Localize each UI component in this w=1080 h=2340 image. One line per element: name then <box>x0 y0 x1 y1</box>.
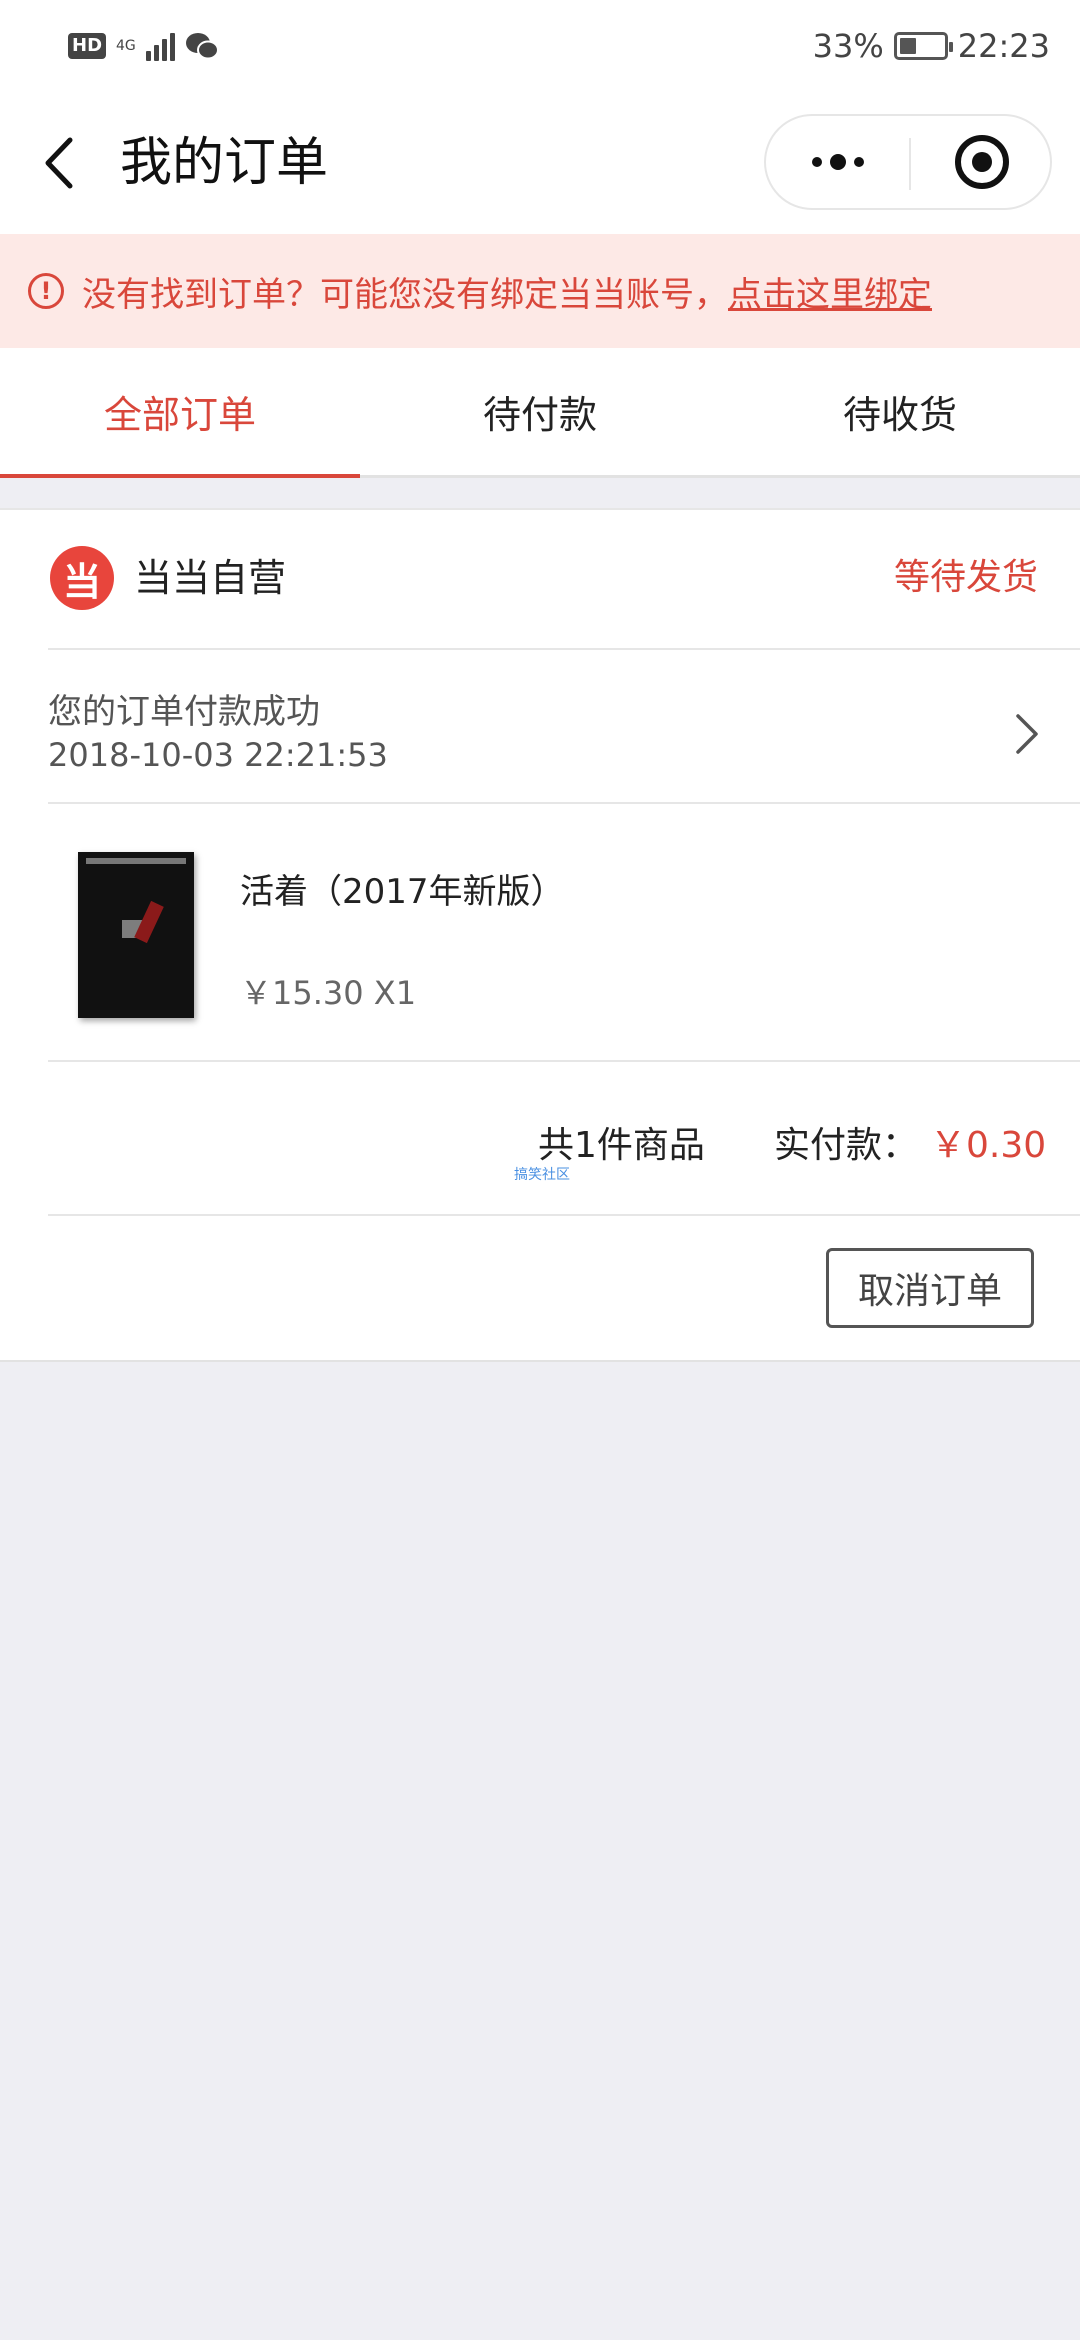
mini-program-capsule <box>764 114 1052 210</box>
order-tabs: 全部订单 待付款 待收货 <box>0 348 1080 478</box>
status-icons-left: HD 4G <box>68 26 219 66</box>
cancel-order-button[interactable]: 取消订单 <box>826 1248 1034 1328</box>
payment-time: 2018-10-03 22:21:53 <box>48 736 388 774</box>
order-status: 等待发货 <box>893 557 1038 598</box>
network-type: 4G <box>116 38 136 54</box>
more-button[interactable] <box>766 116 909 208</box>
paid-label: 实付款： <box>774 1125 919 1166</box>
book-cover-image[interactable] <box>78 852 194 1018</box>
notice-text: 没有找到订单？可能您没有绑定当当账号， <box>82 274 728 315</box>
signal-icon <box>145 31 175 61</box>
back-arrow-icon <box>45 137 73 189</box>
chevron-right-icon <box>1016 714 1038 754</box>
item-count: 共1件商品 <box>538 1125 705 1166</box>
wechat-icon <box>185 33 219 60</box>
dangdang-logo-icon: 当 <box>50 546 114 610</box>
shop-name: 当当自营 <box>134 556 287 600</box>
divider <box>48 802 1080 804</box>
page-title: 我的订单 <box>120 133 329 193</box>
divider <box>48 1060 1080 1062</box>
alert-icon: ! <box>28 273 64 309</box>
title-bar: 我的订单 <box>0 92 1080 234</box>
close-button[interactable] <box>911 116 1052 208</box>
back-button[interactable] <box>38 130 88 196</box>
payment-message: 您的订单付款成功 <box>48 692 320 732</box>
more-dot-icon <box>829 154 846 170</box>
more-dot-icon <box>811 157 822 167</box>
target-icon <box>954 135 1009 189</box>
tab-pending-payment[interactable]: 待付款 <box>360 348 720 475</box>
bind-account-notice: ! 没有找到订单？可能您没有绑定当当账号， 点击这里绑定 <box>0 234 1080 348</box>
divider <box>48 1214 1080 1216</box>
more-dot-icon <box>853 157 864 167</box>
bind-account-link[interactable]: 点击这里绑定 <box>728 267 932 316</box>
tab-pending-receipt[interactable]: 待收货 <box>720 348 1080 475</box>
paid-amount: ￥0.30 <box>930 1125 1047 1166</box>
status-icons-right: 33% 22:23 <box>813 24 1050 68</box>
order-card-header: 当 当当自营 等待发货 <box>0 510 1080 648</box>
product-price: ￥15.30 X1 <box>240 974 417 1012</box>
watermark-text: 搞笑社区 <box>514 1167 570 1183</box>
hd-icon: HD <box>68 33 107 59</box>
battery-icon <box>893 32 953 60</box>
product-name[interactable]: 活着（2017年新版） <box>240 864 565 913</box>
tab-all-orders[interactable]: 全部订单 <box>0 348 360 478</box>
status-bar: HD 4G 33% 22:23 <box>0 0 1080 92</box>
battery-percent: 33% <box>812 27 884 65</box>
order-card: 当 当当自营 等待发货 您的订单付款成功 2018-10-03 22:21:53… <box>0 508 1080 1362</box>
order-progress-row[interactable]: 您的订单付款成功 2018-10-03 22:21:53 <box>0 650 1080 800</box>
clock: 22:23 <box>957 27 1050 65</box>
